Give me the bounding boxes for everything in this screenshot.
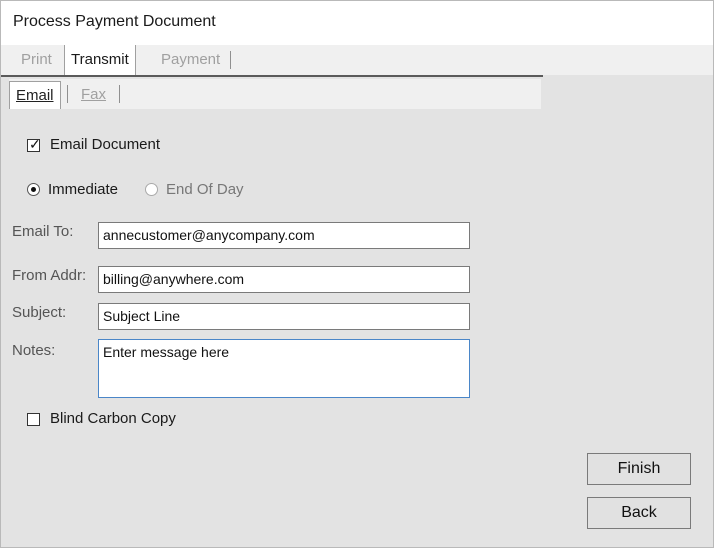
email-document-checkbox[interactable]: ✓: [27, 136, 41, 152]
subject-input[interactable]: Subject Line: [98, 303, 470, 330]
end-of-day-label: End Of Day: [166, 181, 244, 198]
notes-label: Notes:: [12, 342, 56, 359]
back-button[interactable]: Back: [587, 497, 691, 529]
tab-email-label: Email: [16, 87, 54, 104]
from-addr-label: From Addr:: [12, 267, 87, 284]
radio-dot-icon: [31, 187, 36, 192]
blind-carbon-copy-label: Blind Carbon Copy: [50, 410, 176, 427]
email-to-label: Email To:: [12, 223, 74, 240]
tab-underline: [1, 75, 543, 77]
tab-fax-label: Fax: [81, 86, 107, 103]
tab-email[interactable]: Email: [9, 81, 61, 109]
tab-strip-main: Print Transmit Payment: [1, 45, 689, 75]
end-of-day-radio[interactable]: [145, 183, 158, 196]
immediate-radio[interactable]: [27, 183, 40, 196]
tab-print[interactable]: Print: [15, 45, 58, 75]
notes-textarea[interactable]: Enter message here: [98, 339, 470, 398]
tab-separator: [119, 85, 120, 103]
tab-payment[interactable]: Payment: [155, 45, 226, 75]
tab-strip-transmit: Email Fax: [9, 79, 541, 109]
tab-separator: [67, 85, 68, 103]
finish-button[interactable]: Finish: [587, 453, 691, 485]
immediate-label: Immediate: [48, 181, 119, 198]
title-bar: Process Payment Document: [1, 1, 713, 45]
tab-separator: [230, 51, 231, 69]
from-addr-input[interactable]: billing@anywhere.com: [98, 266, 470, 293]
tab-transmit[interactable]: Transmit: [64, 45, 136, 75]
email-to-input[interactable]: annecustomer@anycompany.com: [98, 222, 470, 249]
subject-label: Subject:: [12, 304, 67, 321]
process-payment-dialog: Process Payment Document Print Transmit …: [0, 0, 714, 548]
email-document-label: Email Document: [50, 136, 161, 153]
blind-carbon-copy-checkbox[interactable]: [27, 413, 40, 426]
window-title: Process Payment Document: [13, 13, 216, 30]
tab-fax[interactable]: Fax: [75, 81, 112, 109]
check-icon: ✓: [29, 136, 41, 152]
